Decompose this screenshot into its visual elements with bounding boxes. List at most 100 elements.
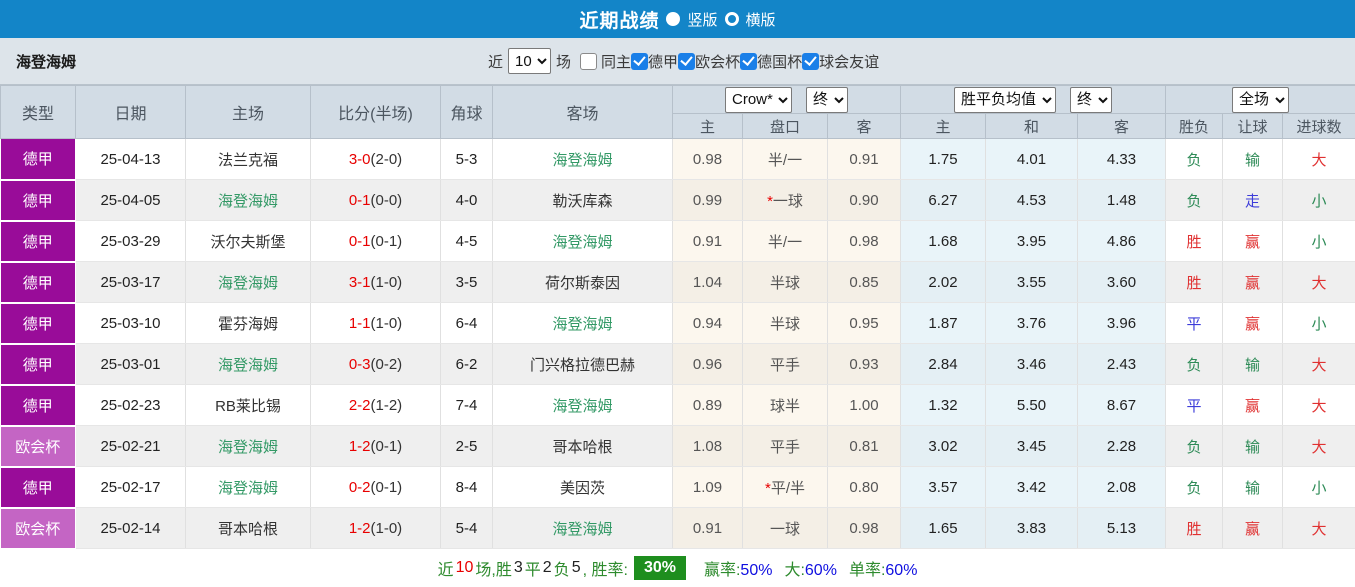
team-link[interactable]: 哥本哈根 bbox=[218, 521, 278, 538]
team-link[interactable]: RB莱比锡 bbox=[215, 398, 281, 415]
sub-header-odds-away: 客 bbox=[828, 114, 901, 139]
cell-handicap: *一球 bbox=[743, 180, 828, 221]
cell-odds-away: 0.81 bbox=[828, 426, 901, 467]
cell-league: 欧会杯 bbox=[1, 426, 76, 467]
cell-away-team: 荷尔斯泰因 bbox=[493, 262, 673, 303]
cell-handicap: 半/一 bbox=[743, 221, 828, 262]
cell-away-team: 勒沃库森 bbox=[493, 180, 673, 221]
team-link[interactable]: 海登海姆 bbox=[218, 357, 278, 374]
avg-time-select[interactable]: 终 bbox=[1070, 87, 1112, 113]
team-name: 海登海姆 bbox=[16, 38, 76, 84]
cell-away-team: 海登海姆 bbox=[493, 385, 673, 426]
cell-odds-home: 1.09 bbox=[673, 467, 743, 508]
cell-home-team: 哥本哈根 bbox=[186, 508, 311, 549]
team-link[interactable]: 海登海姆 bbox=[552, 234, 612, 251]
cell-odds-home: 1.04 bbox=[673, 262, 743, 303]
cell-score: 1-1(1-0) bbox=[311, 303, 441, 344]
layout-radio-horizontal[interactable] bbox=[725, 12, 739, 26]
team-link[interactable]: 海登海姆 bbox=[218, 193, 278, 210]
cell-avg-home: 2.84 bbox=[901, 344, 986, 385]
odds-company-select[interactable]: Crow* bbox=[725, 87, 792, 113]
cell-avg-home: 1.65 bbox=[901, 508, 986, 549]
cell-avg-away: 2.28 bbox=[1078, 426, 1166, 467]
scope-select[interactable]: 全场 bbox=[1232, 87, 1289, 113]
checkbox-label-德国杯[interactable]: 德国杯 bbox=[757, 51, 802, 72]
checkbox-德甲[interactable] bbox=[631, 53, 648, 70]
cell-league: 德甲 bbox=[1, 221, 76, 262]
table-row: 德甲25-03-29沃尔夫斯堡0-1(0-1)4-5海登海姆0.91半/一0.9… bbox=[1, 221, 1355, 262]
team-link[interactable]: 海登海姆 bbox=[218, 480, 278, 497]
team-link[interactable]: 沃尔夫斯堡 bbox=[210, 234, 285, 251]
cell-avg-draw: 5.50 bbox=[986, 385, 1078, 426]
team-link[interactable]: 海登海姆 bbox=[552, 521, 612, 538]
cell-odds-home: 1.08 bbox=[673, 426, 743, 467]
cell-odds-home: 0.94 bbox=[673, 303, 743, 344]
cell-result: 负 bbox=[1166, 180, 1223, 221]
summary-stat: 单率:60% bbox=[849, 556, 917, 580]
team-link[interactable]: 海登海姆 bbox=[552, 398, 612, 415]
cell-avg-draw: 3.42 bbox=[986, 467, 1078, 508]
team-link[interactable]: 海登海姆 bbox=[218, 275, 278, 292]
cell-away-team: 海登海姆 bbox=[493, 221, 673, 262]
checkbox-同主[interactable] bbox=[580, 53, 597, 70]
cell-avg-draw: 3.55 bbox=[986, 262, 1078, 303]
recent-count-select[interactable]: 10 bbox=[508, 48, 551, 74]
summary-stat: 大:60% bbox=[784, 556, 836, 580]
table-row: 德甲25-02-23RB莱比锡2-2(1-2)7-4海登海姆0.89球半1.00… bbox=[1, 385, 1355, 426]
cell-result: 胜 bbox=[1166, 262, 1223, 303]
team-link[interactable]: 海登海姆 bbox=[552, 316, 612, 333]
avg-odds-select[interactable]: 胜平负均值 bbox=[954, 87, 1056, 113]
summary-text: 2 bbox=[543, 559, 552, 577]
cell-odds-home: 0.89 bbox=[673, 385, 743, 426]
cell-away-team: 海登海姆 bbox=[493, 139, 673, 180]
cell-score: 0-2(0-1) bbox=[311, 467, 441, 508]
sub-header-avg-draw: 和 bbox=[986, 114, 1078, 139]
layout-radio-vertical-label[interactable]: 竖版 bbox=[687, 9, 717, 30]
summary-text: 10 bbox=[456, 559, 474, 577]
team-link[interactable]: 美因茨 bbox=[560, 480, 605, 497]
cell-home-team: 法兰克福 bbox=[186, 139, 311, 180]
cell-away-team: 哥本哈根 bbox=[493, 426, 673, 467]
cell-corner: 6-2 bbox=[441, 344, 493, 385]
team-link[interactable]: 门兴格拉德巴赫 bbox=[530, 357, 635, 374]
checkbox-label-德甲[interactable]: 德甲 bbox=[648, 51, 678, 72]
checkbox-label-同主[interactable]: 同主 bbox=[601, 51, 631, 72]
checkbox-欧会杯[interactable] bbox=[678, 53, 695, 70]
checkbox-label-欧会杯[interactable]: 欧会杯 bbox=[695, 51, 740, 72]
layout-radio-vertical[interactable] bbox=[666, 12, 680, 26]
cell-home-team: 海登海姆 bbox=[186, 426, 311, 467]
cell-date: 25-02-17 bbox=[76, 467, 186, 508]
win-rate-badge: 30% bbox=[634, 556, 686, 580]
cell-avg-home: 6.27 bbox=[901, 180, 986, 221]
cell-odds-away: 0.80 bbox=[828, 467, 901, 508]
cell-odds-away: 0.90 bbox=[828, 180, 901, 221]
team-link[interactable]: 勒沃库森 bbox=[552, 193, 612, 210]
team-link[interactable]: 哥本哈根 bbox=[552, 439, 612, 456]
cell-result: 负 bbox=[1166, 344, 1223, 385]
cell-score: 0-1(0-1) bbox=[311, 221, 441, 262]
summary-bar: 近10场,胜3平2负5, 胜率:30%赢率:50%大:60%单率:60% bbox=[0, 550, 1355, 587]
cell-handicap: 半球 bbox=[743, 303, 828, 344]
table-row: 德甲25-02-17海登海姆0-2(0-1)8-4美因茨1.09*平/半0.80… bbox=[1, 467, 1355, 508]
col-header-away: 客场 bbox=[493, 86, 673, 139]
checkbox-球会友谊[interactable] bbox=[802, 53, 819, 70]
odds-time-select[interactable]: 终 bbox=[806, 87, 848, 113]
cell-result: 平 bbox=[1166, 385, 1223, 426]
checkbox-德国杯[interactable] bbox=[740, 53, 757, 70]
team-link[interactable]: 荷尔斯泰因 bbox=[545, 275, 620, 292]
checkbox-label-球会友谊[interactable]: 球会友谊 bbox=[819, 51, 879, 72]
team-link[interactable]: 法兰克福 bbox=[218, 152, 278, 169]
cell-corner: 3-5 bbox=[441, 262, 493, 303]
layout-radio-horizontal-label[interactable]: 横版 bbox=[746, 9, 776, 30]
col-header-date: 日期 bbox=[76, 86, 186, 139]
team-link[interactable]: 海登海姆 bbox=[552, 152, 612, 169]
cell-corner: 4-5 bbox=[441, 221, 493, 262]
team-link[interactable]: 海登海姆 bbox=[218, 439, 278, 456]
cell-date: 25-02-21 bbox=[76, 426, 186, 467]
cell-corner: 6-4 bbox=[441, 303, 493, 344]
games-label: 场 bbox=[556, 51, 571, 72]
cell-handicap-result: 输 bbox=[1223, 344, 1283, 385]
odds-company-header: Crow* 终 bbox=[673, 86, 901, 114]
team-link[interactable]: 霍芬海姆 bbox=[218, 316, 278, 333]
cell-home-team: 海登海姆 bbox=[186, 467, 311, 508]
